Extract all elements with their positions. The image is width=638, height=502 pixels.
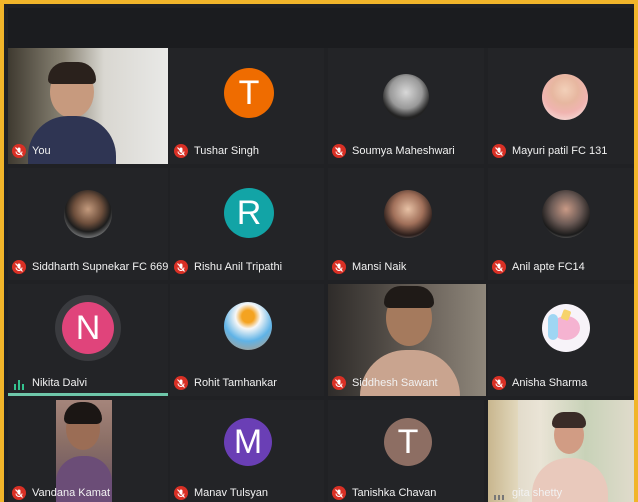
mic-off-icon [174, 144, 188, 158]
participant-tile-rohit-tamhankar[interactable]: Rohit Tamhankar [170, 284, 324, 396]
participant-tile-gita-shetty[interactable]: gita shetty [488, 400, 634, 502]
participant-tile-mayuri-patil[interactable]: Mayuri patil FC 131 [488, 48, 634, 164]
participant-label: Siddhesh Sawant [332, 376, 438, 390]
profile-photo [224, 302, 272, 350]
mic-off-icon [332, 376, 346, 390]
avatar-initial: T [397, 422, 419, 461]
mic-off-icon [174, 376, 188, 390]
participant-tile-tanishka-chavan[interactable]: T Tanishka Chavan [328, 400, 484, 502]
audio-level-icon [12, 376, 26, 390]
participant-tile-siddhesh-sawant[interactable]: Siddhesh Sawant [328, 284, 486, 396]
profile-photo [542, 74, 588, 120]
participant-name: Rohit Tamhankar [194, 377, 277, 389]
participant-name: You [32, 145, 51, 157]
participant-tile-anisha-sharma[interactable]: Anisha Sharma [488, 284, 634, 396]
participant-tile-manav-tulsyan[interactable]: M Manav Tulsyan [170, 400, 324, 502]
speaking-indicator [8, 393, 168, 396]
participant-label: Tanishka Chavan [332, 486, 436, 500]
mic-off-icon [12, 144, 26, 158]
participant-label: Manav Tulsyan [174, 486, 268, 500]
mic-off-icon [174, 486, 188, 500]
initial-avatar: T [224, 68, 274, 118]
participant-name: Soumya Maheshwari [352, 145, 455, 157]
participant-tile-tushar-singh[interactable]: T Tushar Singh [170, 48, 324, 164]
avatar-initial: T [238, 73, 260, 112]
participant-tile-vandana-kamat[interactable]: Vandana Kamat [8, 400, 168, 502]
initial-avatar: T [384, 418, 432, 466]
participant-name: Anisha Sharma [512, 377, 588, 389]
participant-label: gita shetty [492, 486, 562, 500]
participant-name: Vandana Kamat [32, 487, 111, 499]
meeting-window: You T Tushar Singh Soumya Maheshwari May… [0, 0, 638, 502]
mic-off-icon [492, 376, 506, 390]
avatar-initial: N [75, 308, 101, 347]
initial-avatar: R [224, 188, 274, 238]
participant-label: You [12, 144, 51, 158]
avatar-initial: M [233, 422, 263, 461]
participant-name: gita shetty [512, 487, 563, 499]
mic-off-icon [492, 260, 506, 274]
audio-level-icon [492, 486, 506, 500]
participant-label: Tushar Singh [174, 144, 259, 158]
participant-name: Siddhesh Sawant [352, 377, 438, 389]
participant-label: Soumya Maheshwari [332, 144, 455, 158]
participant-tile-soumya-maheshwari[interactable]: Soumya Maheshwari [328, 48, 484, 164]
mic-off-icon [492, 144, 506, 158]
profile-photo [542, 190, 590, 238]
participant-tile-you[interactable]: You [8, 48, 168, 164]
initial-avatar: M [224, 418, 272, 466]
initial-avatar: N [62, 302, 114, 354]
participant-grid: You T Tushar Singh Soumya Maheshwari May… [8, 48, 634, 502]
top-bar [8, 8, 634, 48]
participant-name: Nikita Dalvi [32, 377, 88, 389]
participant-label: Rohit Tamhankar [174, 376, 277, 390]
profile-photo [384, 190, 432, 238]
participant-label: Nikita Dalvi [12, 376, 87, 390]
participant-tile-mansi-naik[interactable]: Mansi Naik [328, 168, 484, 280]
profile-photo [383, 74, 429, 120]
participant-label: Vandana Kamat [12, 486, 110, 500]
participant-name: Anil apte FC14 [512, 261, 585, 273]
participant-name: Rishu Anil Tripathi [194, 261, 283, 273]
mic-off-icon [12, 486, 26, 500]
participant-label: Anisha Sharma [492, 376, 587, 390]
participant-tile-anil-apte[interactable]: Anil apte FC14 [488, 168, 634, 280]
profile-photo [542, 304, 590, 352]
participant-name: Mansi Naik [352, 261, 407, 273]
participant-label: Mayuri patil FC 131 [492, 144, 607, 158]
participant-name: Manav Tulsyan [194, 487, 268, 499]
participant-tile-rishu-anil-tripathi[interactable]: R Rishu Anil Tripathi [170, 168, 324, 280]
participant-name: Tushar Singh [194, 145, 260, 157]
profile-photo [64, 190, 112, 238]
mic-off-icon [174, 260, 188, 274]
avatar-initial: R [236, 193, 262, 232]
participant-label: Mansi Naik [332, 260, 406, 274]
participant-tile-siddharth-supnekar[interactable]: Siddharth Supnekar FC 669 [8, 168, 168, 280]
participant-label: Rishu Anil Tripathi [174, 260, 282, 274]
mic-off-icon [332, 144, 346, 158]
participant-tile-nikita-dalvi[interactable]: N Nikita Dalvi [8, 284, 168, 396]
mic-off-icon [332, 486, 346, 500]
mic-off-icon [12, 260, 26, 274]
participant-name: Tanishka Chavan [352, 487, 437, 499]
mic-off-icon [332, 260, 346, 274]
participant-label: Siddharth Supnekar FC 669 [12, 260, 168, 274]
participant-name: Mayuri patil FC 131 [512, 145, 608, 157]
participant-label: Anil apte FC14 [492, 260, 585, 274]
participant-name: Siddharth Supnekar FC 669 [32, 261, 168, 273]
